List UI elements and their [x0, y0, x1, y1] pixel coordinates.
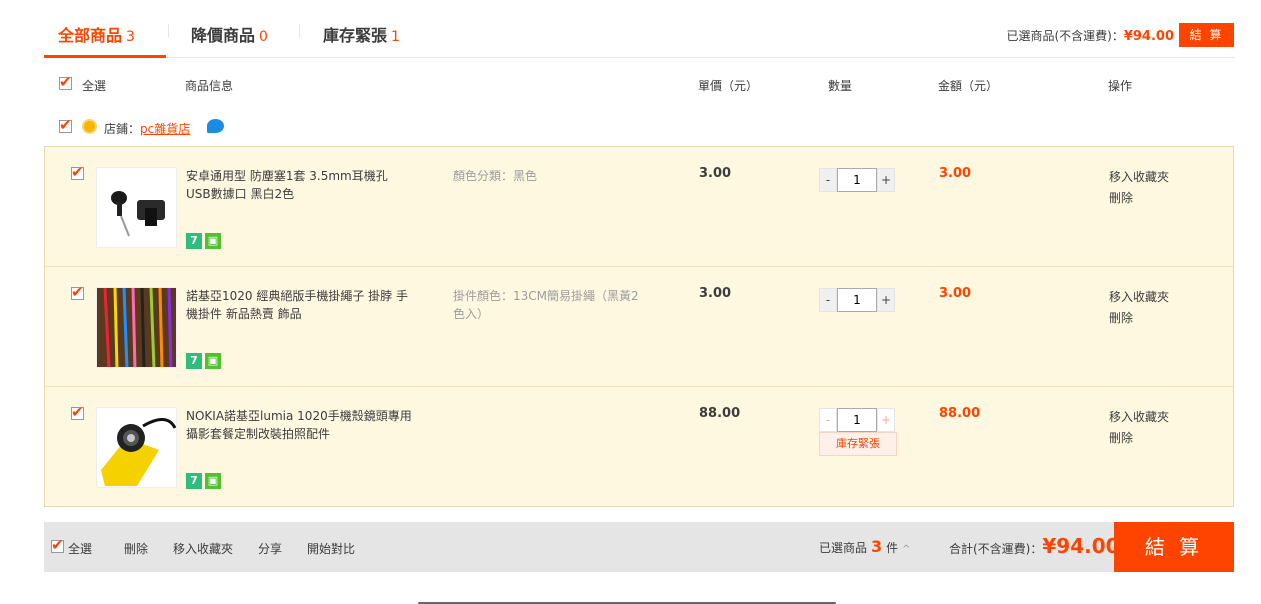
- total-amount: ¥94.00: [1042, 534, 1120, 558]
- footer-move-to-favorites-link[interactable]: 移入收藏夾: [173, 540, 233, 557]
- seven-day-return-icon: 7: [186, 233, 202, 249]
- product-thumbnail[interactable]: [96, 287, 177, 368]
- cart-tabs: 全部商品 3 降價商品 0 庫存緊張 1 已選商品(不含運費)：¥94.00 結 算: [44, 0, 1234, 58]
- shopping-bag-icon: ▣: [205, 353, 221, 369]
- quantity-increase-button[interactable]: +: [877, 288, 895, 312]
- cart-total: 合計(不含運費)：¥94.00: [949, 534, 1120, 558]
- seven-day-return-icon: 7: [186, 473, 202, 489]
- move-to-favorites-link[interactable]: 移入收藏夾: [1109, 407, 1169, 428]
- tab-count: 3: [126, 29, 135, 45]
- item-checkbox[interactable]: [71, 283, 84, 301]
- product-title[interactable]: 諾基亞1020 經典絕版手機掛繩子 掛脖 手機掛件 新品熱賣 飾品: [186, 287, 416, 323]
- tab-all-items[interactable]: 全部商品 3: [58, 22, 135, 46]
- cart-item: NOKIA諾基亞lumia 1020手機殼鏡頭專用攝影套餐定制改裝拍照配件 7▣…: [45, 387, 1233, 507]
- tab-divider: [299, 24, 300, 38]
- quantity-stepper: - +: [819, 408, 897, 432]
- quantity-input[interactable]: [837, 168, 877, 192]
- top-summary-amount: ¥94.00: [1123, 29, 1174, 44]
- quantity-input[interactable]: [837, 408, 877, 432]
- product-thumbnail[interactable]: [96, 167, 177, 248]
- tab-label: 全部商品: [58, 26, 123, 45]
- product-title[interactable]: NOKIA諾基亞lumia 1020手機殼鏡頭專用攝影套餐定制改裝拍照配件: [186, 407, 416, 443]
- top-checkout-button[interactable]: 結 算: [1179, 23, 1234, 47]
- quantity-input[interactable]: [837, 288, 877, 312]
- footer-select-all-label[interactable]: 全選: [68, 540, 92, 557]
- tab-divider: [168, 24, 169, 38]
- service-badges: 7 ▣: [186, 233, 224, 249]
- top-selected-summary: 已選商品(不含運費)：¥94.00: [1006, 27, 1174, 44]
- item-checkbox[interactable]: [71, 163, 84, 181]
- top-summary-label: 已選商品(不含運費)：: [1006, 29, 1124, 43]
- delete-link[interactable]: 刪除: [1109, 188, 1169, 209]
- header-select-all: 全選: [82, 79, 107, 93]
- expand-caret-icon[interactable]: ^: [902, 544, 910, 555]
- shop-prefix: 店鋪：: [104, 122, 141, 136]
- line-total: 3.00: [939, 166, 972, 181]
- delete-link[interactable]: 刪除: [1109, 428, 1169, 449]
- footer-compare-link[interactable]: 開始對比: [307, 540, 355, 557]
- tab-price-drop[interactable]: 降價商品 0: [191, 22, 268, 46]
- total-label: 合計(不含運費)：: [949, 542, 1043, 556]
- service-badges: 7 ▣: [186, 353, 224, 369]
- line-total: 88.00: [939, 406, 981, 421]
- tab-label: 降價商品: [191, 26, 256, 45]
- unit-price: 88.00: [699, 406, 741, 421]
- item-checkbox[interactable]: [71, 403, 84, 421]
- service-badges: 7 ▣: [186, 473, 224, 489]
- item-actions: 移入收藏夾 刪除: [1109, 407, 1169, 449]
- quantity-stepper: - +: [819, 288, 897, 312]
- selected-label: 已選商品: [819, 541, 868, 555]
- product-sku: 顏色分類：黑色: [453, 169, 538, 183]
- header-unit-price: 單價（元）: [698, 79, 759, 93]
- footer-select-all-checkbox[interactable]: [51, 536, 64, 554]
- selected-count: 3: [871, 537, 883, 556]
- product-title[interactable]: 安卓通用型 防塵塞1套 3.5mm耳機孔 USB數據口 黑白2色: [186, 167, 416, 203]
- tab-count: 0: [259, 29, 268, 45]
- shop-medal-icon: [82, 119, 97, 134]
- quantity-increase-button[interactable]: +: [877, 408, 895, 432]
- shop-label: 店鋪：pc雜貨店: [104, 120, 190, 137]
- header-actions: 操作: [1108, 79, 1133, 93]
- tab-label: 庫存緊張: [323, 26, 388, 45]
- quantity-stepper: - +: [819, 168, 897, 192]
- quantity-decrease-button[interactable]: -: [819, 408, 837, 432]
- unit-price: 3.00: [699, 286, 732, 301]
- shopping-bag-icon: ▣: [205, 473, 221, 489]
- move-to-favorites-link[interactable]: 移入收藏夾: [1109, 287, 1169, 308]
- product-thumbnail[interactable]: [96, 407, 177, 488]
- cart-footer-bar: 全選 刪除 移入收藏夾 分享 開始對比 已選商品3件 ^ 合計(不含運費)：¥9…: [44, 522, 1234, 572]
- cart-items: 安卓通用型 防塵塞1套 3.5mm耳機孔 USB數據口 黑白2色 7▣ 顏色分類…: [44, 146, 1234, 507]
- selected-unit: 件: [886, 541, 899, 555]
- select-all-checkbox[interactable]: [59, 73, 72, 91]
- shop-name-link[interactable]: pc雜貨店: [140, 122, 190, 136]
- low-stock-badge: 庫存緊張: [819, 432, 897, 456]
- shopping-bag-icon: ▣: [205, 233, 221, 249]
- shop-checkbox[interactable]: [59, 116, 72, 134]
- header-product-info: 商品信息: [185, 79, 234, 93]
- seven-day-return-icon: 7: [186, 353, 202, 369]
- chat-bubble-icon[interactable]: [207, 119, 224, 133]
- tab-low-stock[interactable]: 庫存緊張 1: [323, 22, 400, 46]
- footer-delete-link[interactable]: 刪除: [124, 540, 148, 557]
- delete-link[interactable]: 刪除: [1109, 308, 1169, 329]
- header-quantity: 數量: [828, 79, 853, 93]
- item-actions: 移入收藏夾 刪除: [1109, 287, 1169, 329]
- footer-share-link[interactable]: 分享: [258, 540, 282, 557]
- unit-price: 3.00: [699, 166, 732, 181]
- move-to-favorites-link[interactable]: 移入收藏夾: [1109, 167, 1169, 188]
- header-amount: 金額（元）: [938, 79, 999, 93]
- quantity-increase-button[interactable]: +: [877, 168, 895, 192]
- cart-item: 諾基亞1020 經典絕版手機掛繩子 掛脖 手機掛件 新品熱賣 飾品 7▣ 掛件顏…: [45, 267, 1233, 387]
- quantity-decrease-button[interactable]: -: [819, 288, 837, 312]
- line-total: 3.00: [939, 286, 972, 301]
- checkout-button[interactable]: 結 算: [1114, 522, 1234, 572]
- tab-count: 1: [391, 29, 400, 45]
- cart-item: 安卓通用型 防塵塞1套 3.5mm耳機孔 USB數據口 黑白2色 7▣ 顏色分類…: [45, 147, 1233, 267]
- active-tab-underline: [44, 55, 166, 58]
- item-actions: 移入收藏夾 刪除: [1109, 167, 1169, 209]
- selected-items-summary[interactable]: 已選商品 3 件 ^: [819, 537, 910, 556]
- product-sku: 掛件顏色：13CM簡易掛繩（黑黃2色入）: [453, 289, 639, 321]
- quantity-decrease-button[interactable]: -: [819, 168, 837, 192]
